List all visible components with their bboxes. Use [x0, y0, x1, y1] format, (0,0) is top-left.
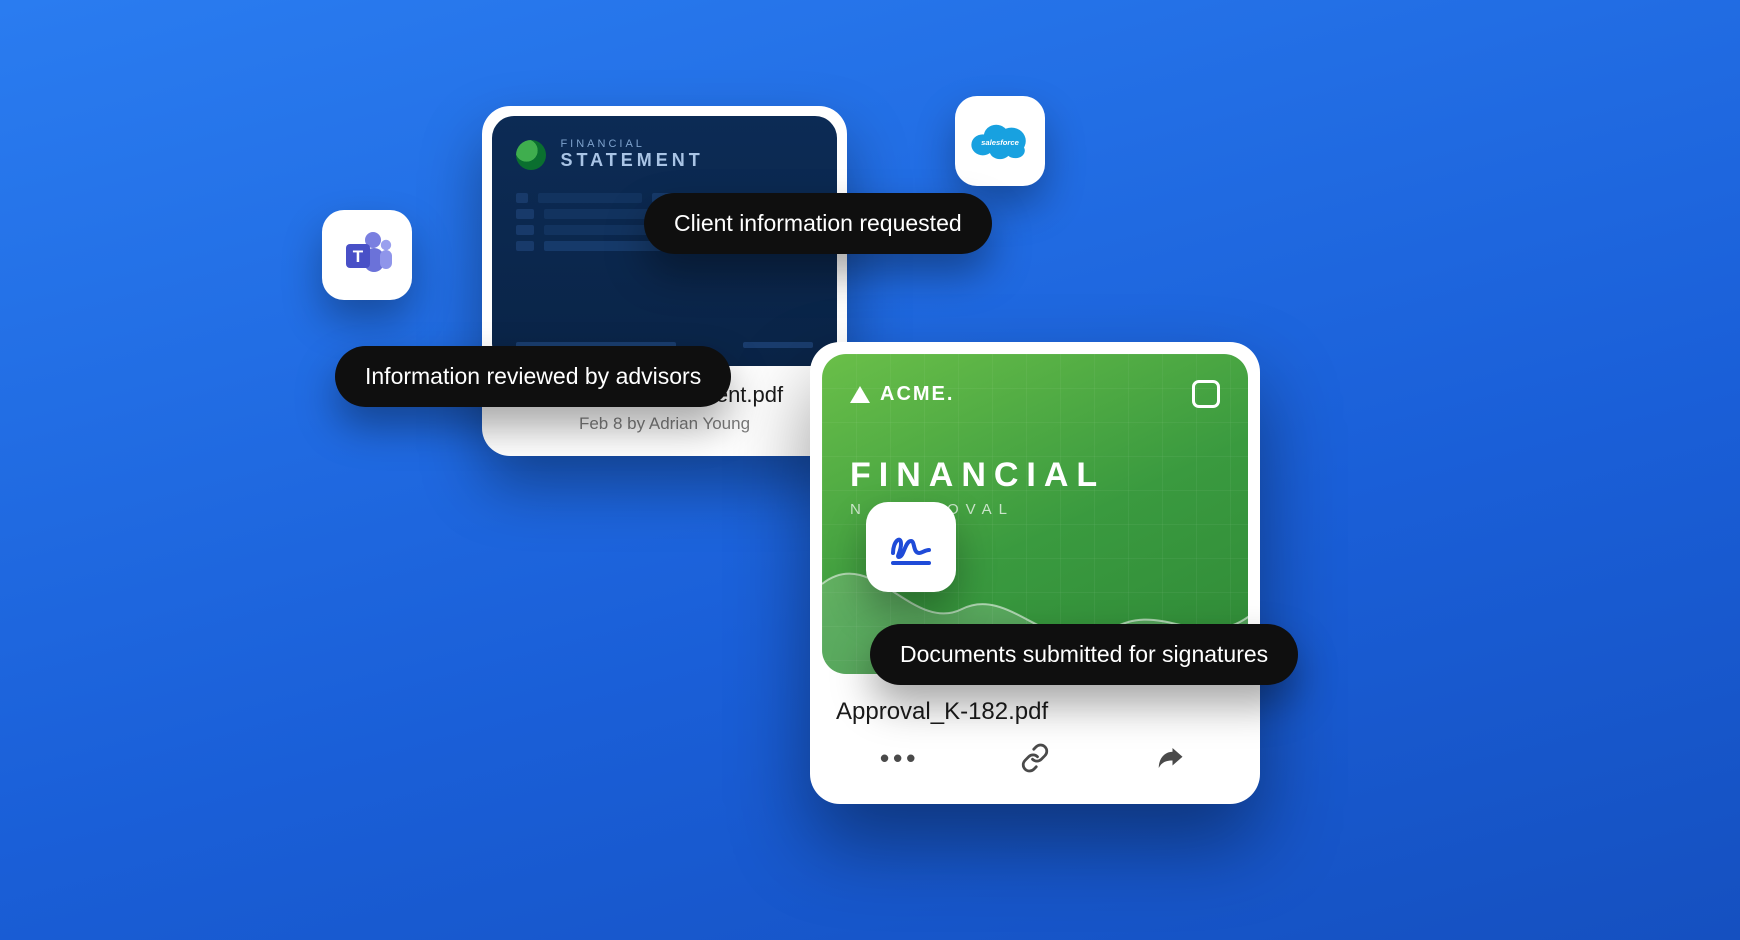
ellipsis-icon: ••• — [880, 745, 919, 771]
file-actions: ••• — [822, 732, 1248, 786]
integration-badge-salesforce[interactable]: salesforce — [955, 96, 1045, 186]
checkbox-icon — [1192, 380, 1220, 408]
microsoft-teams-icon: T — [340, 228, 394, 282]
thumb-eyebrow: FINANCIAL — [560, 138, 703, 150]
svg-text:salesforce: salesforce — [981, 138, 1019, 147]
thumb-title: FINANCIAL — [850, 456, 1220, 495]
status-pill-client-info: Client information requested — [644, 193, 992, 254]
svg-text:T: T — [353, 247, 364, 266]
acme-logo-icon — [850, 386, 870, 403]
company-logo-icon — [516, 140, 546, 170]
status-pill-reviewed: Information reviewed by advisors — [335, 346, 731, 407]
link-icon — [1020, 743, 1050, 773]
salesforce-icon: salesforce — [969, 120, 1031, 162]
integration-badge-teams[interactable]: T — [322, 210, 412, 300]
status-pill-signatures: Documents submitted for signatures — [870, 624, 1298, 685]
brand-name: ACME. — [880, 383, 954, 406]
thumb-title: STATEMENT — [560, 150, 703, 171]
share-arrow-icon — [1154, 743, 1186, 773]
integration-badge-sign[interactable] — [866, 502, 956, 592]
share-button[interactable] — [1142, 738, 1198, 778]
copy-link-button[interactable] — [1007, 738, 1063, 778]
more-options-button[interactable]: ••• — [872, 738, 928, 778]
signature-icon — [883, 519, 939, 575]
file-meta: Feb 8 by Adrian Young — [492, 414, 837, 434]
